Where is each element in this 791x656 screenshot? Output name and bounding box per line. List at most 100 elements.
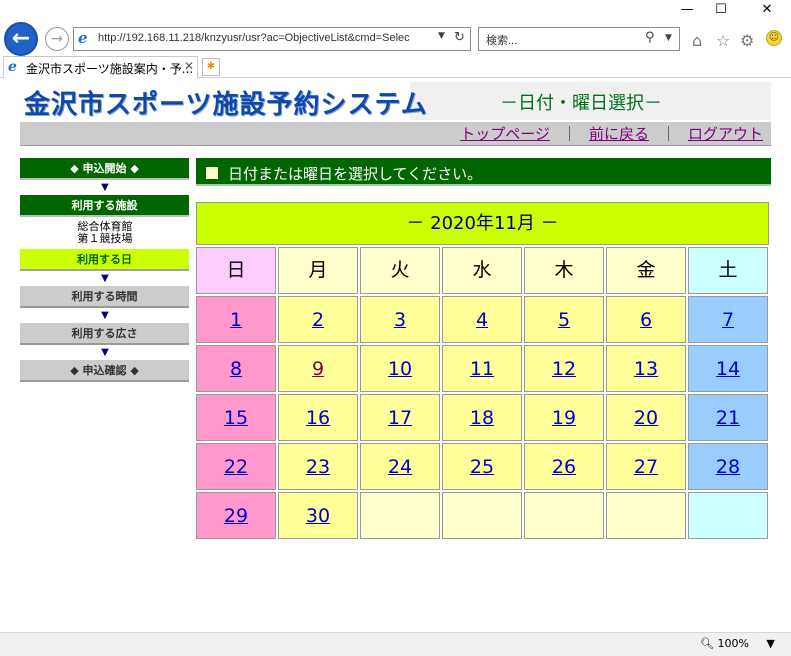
calendar-day-cell[interactable]: 2 (278, 296, 358, 343)
date-link[interactable]: 25 (470, 456, 494, 478)
calendar-day-cell[interactable]: 20 (606, 394, 686, 441)
home-icon[interactable]: ⌂ (692, 31, 702, 50)
calendar-day-cell[interactable]: 4 (442, 296, 522, 343)
address-url[interactable]: http://192.168.11.218/knzyusr/usr?ac=Obj… (98, 32, 428, 44)
calendar-day-cell[interactable]: 29 (196, 492, 276, 539)
calendar-day-cell[interactable]: 14 (688, 345, 768, 392)
calendar-day-cell[interactable]: 13 (606, 345, 686, 392)
calendar-day-cell[interactable]: 24 (360, 443, 440, 490)
refresh-icon[interactable]: ↻ (454, 30, 465, 45)
date-link[interactable]: 28 (716, 456, 740, 478)
date-link[interactable]: 26 (552, 456, 576, 478)
settings-gear-icon[interactable]: ⚙ (740, 31, 754, 50)
date-link[interactable]: 15 (224, 407, 248, 429)
new-tab-icon[interactable]: ✱ (202, 58, 220, 76)
zoom-dropdown-icon[interactable]: ▼ (766, 637, 774, 650)
back-arrow-icon[interactable]: ← (4, 22, 38, 56)
tab-active[interactable]: e 金沢市スポーツ施設案内・予... ✕ (3, 56, 198, 78)
date-link[interactable]: 21 (716, 407, 740, 429)
date-link[interactable]: 6 (640, 309, 652, 331)
weekday-header-2: 火 (360, 247, 440, 294)
navigation-bar: ← → e http://192.168.11.218/knzyusr/usr?… (0, 20, 791, 56)
calendar-day-cell[interactable]: 5 (524, 296, 604, 343)
minimize-button[interactable]: — (672, 2, 702, 17)
calendar-day-cell[interactable]: 26 (524, 443, 604, 490)
calendar-empty-cell (360, 492, 440, 539)
search-box[interactable]: 検索... ⚲ ▼ (478, 27, 680, 51)
calendar-day-cell[interactable]: 22 (196, 443, 276, 490)
date-link[interactable]: 3 (394, 309, 406, 331)
logout-link[interactable]: ログアウト (688, 125, 763, 143)
calendar-day-cell[interactable]: 8 (196, 345, 276, 392)
date-link[interactable]: 22 (224, 456, 248, 478)
favorites-star-icon[interactable]: ☆ (716, 31, 730, 50)
step-date-current: 利用する日 (20, 249, 189, 271)
date-link[interactable]: 4 (476, 309, 488, 331)
ie-page-icon: e (78, 29, 88, 47)
date-link[interactable]: 19 (552, 407, 576, 429)
search-icon[interactable]: ⚲ (645, 30, 655, 45)
zoom-control[interactable]: 🔍︎ 100% ▼ (700, 637, 775, 650)
step-apply-start: ◆ 申込開始 ◆ (20, 158, 189, 180)
date-link[interactable]: 18 (470, 407, 494, 429)
site-logo-text: 金沢市スポーツ施設予約システム (24, 90, 428, 120)
calendar-day-cell[interactable]: 30 (278, 492, 358, 539)
date-link[interactable]: 10 (388, 358, 412, 380)
tab-close-icon[interactable]: ✕ (184, 59, 194, 73)
calendar-day-cell[interactable]: 17 (360, 394, 440, 441)
forward-arrow-icon[interactable]: → (45, 27, 69, 51)
calendar-day-cell[interactable]: 11 (442, 345, 522, 392)
date-link[interactable]: 27 (634, 456, 658, 478)
date-link[interactable]: 17 (388, 407, 412, 429)
date-link[interactable]: 1 (230, 309, 242, 331)
calendar-day-cell[interactable]: 3 (360, 296, 440, 343)
date-link[interactable]: 7 (722, 309, 734, 331)
instruction-text: 日付または曜日を選択してください。 (228, 165, 483, 183)
date-link[interactable]: 30 (306, 505, 330, 527)
calendar-day-cell[interactable]: 9 (278, 345, 358, 392)
date-link[interactable]: 12 (552, 358, 576, 380)
date-link[interactable]: 23 (306, 456, 330, 478)
date-link[interactable]: 16 (306, 407, 330, 429)
date-link[interactable]: 11 (470, 358, 494, 380)
browser-window: — ☐ ✕ ← → e http://192.168.11.218/knzyus… (0, 0, 791, 656)
date-link[interactable]: 5 (558, 309, 570, 331)
date-link[interactable]: 14 (716, 358, 740, 380)
close-window-button[interactable]: ✕ (752, 2, 782, 17)
calendar-day-cell[interactable]: 16 (278, 394, 358, 441)
calendar-day-cell[interactable]: 21 (688, 394, 768, 441)
search-placeholder[interactable]: 検索... (486, 32, 517, 48)
zoom-level[interactable]: 100% (717, 637, 748, 650)
tab-strip: e 金沢市スポーツ施設案内・予... ✕ ✱ (0, 56, 791, 78)
calendar-day-cell[interactable]: 27 (606, 443, 686, 490)
calendar-day-cell[interactable]: 23 (278, 443, 358, 490)
calendar-day-cell[interactable]: 12 (524, 345, 604, 392)
maximize-button[interactable]: ☐ (706, 2, 736, 17)
calendar-day-cell[interactable]: 6 (606, 296, 686, 343)
calendar-day-cell[interactable]: 10 (360, 345, 440, 392)
calendar-day-cell[interactable]: 18 (442, 394, 522, 441)
date-link[interactable]: 24 (388, 456, 412, 478)
date-link[interactable]: 29 (224, 505, 248, 527)
step-facility: 利用する施設 (20, 195, 189, 217)
address-dropdown-icon[interactable]: ▼ (438, 31, 445, 41)
back-link[interactable]: 前に戻る (589, 125, 649, 143)
calendar-empty-cell (606, 492, 686, 539)
calendar-day-cell[interactable]: 28 (688, 443, 768, 490)
date-link[interactable]: 13 (634, 358, 658, 380)
calendar-day-cell[interactable]: 7 (688, 296, 768, 343)
weekday-header-4: 木 (524, 247, 604, 294)
calendar-day-cell[interactable]: 1 (196, 296, 276, 343)
date-link[interactable]: 2 (312, 309, 324, 331)
date-link[interactable]: 8 (230, 358, 242, 380)
calendar-day-cell[interactable]: 15 (196, 394, 276, 441)
calendar-day-cell[interactable]: 25 (442, 443, 522, 490)
calendar-day-cell[interactable]: 19 (524, 394, 604, 441)
top-page-link[interactable]: トップページ (460, 125, 550, 143)
search-dropdown-icon[interactable]: ▼ (665, 33, 672, 43)
date-link[interactable]: 20 (634, 407, 658, 429)
date-link[interactable]: 9 (312, 358, 324, 380)
feedback-smiley-icon[interactable]: ☺ (766, 30, 782, 46)
tab-title[interactable]: 金沢市スポーツ施設案内・予... (26, 60, 193, 77)
address-bar[interactable]: e http://192.168.11.218/knzyusr/usr?ac=O… (73, 27, 471, 51)
